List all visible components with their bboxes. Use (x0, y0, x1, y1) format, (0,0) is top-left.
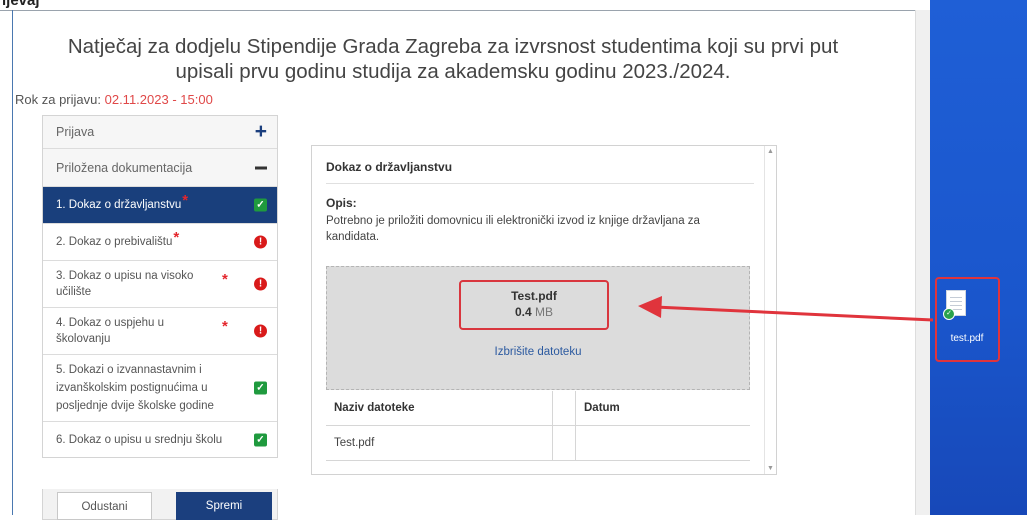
page-title-line-2: upisali prvu godinu studija za akademsku… (175, 60, 731, 83)
menu-item-dokaz-o-upisu-na-visoko-uciliste[interactable]: 3. Dokaz o upisu na visoko učilište * ! (43, 261, 277, 308)
deadline: Rok za prijavu: 02.11.2023 - 15:00 (15, 92, 213, 107)
check-icon: ✓ (254, 381, 267, 395)
menu-item-dokaz-o-prebivalistu[interactable]: 2. Dokaz o prebivalištu * ! (43, 224, 277, 261)
uploaded-file-name: Test.pdf (511, 289, 557, 303)
column-header-datum[interactable]: Datum (575, 391, 750, 426)
check-icon: ✓ (254, 433, 267, 446)
delete-file-link-text[interactable]: Izbrišite datoteku (495, 346, 582, 358)
error-icon: ! (254, 277, 267, 291)
table-row[interactable]: Test.pdf (326, 425, 750, 461)
menu-item-dokaz-o-uspjehu-u-skolovanju[interactable]: 4. Dokaz o uspjehu u školovanju * ! (43, 308, 277, 355)
table-cell-date (575, 425, 750, 461)
panel-title: Dokaz o državljanstvu (326, 160, 453, 174)
menu-item-label: 4. Dokaz o uspjehu u školovanju (56, 317, 165, 345)
menu-item-label: 6. Dokaz o upisu u srednju školu (56, 433, 223, 446)
file-size-unit: MB (535, 305, 554, 319)
file-size-value: 0.4 (514, 305, 532, 319)
page-title: Natječaj za dodjelu Stipendije Grada Zag… (28, 34, 878, 84)
menu-item-label: 2. Dokaz o prebivalištu (56, 236, 173, 248)
required-star-icon: * (173, 229, 180, 246)
deadline-value: 02.11.2023 - 15:00 (104, 92, 213, 107)
error-icon: ! (254, 324, 267, 338)
menu-section-prijava[interactable]: Prijava + (43, 116, 277, 149)
document-menu: Prijava + Priložena dokumentacija 1. Dok… (42, 115, 278, 458)
panel-divider (326, 183, 754, 184)
top-caption: ijevaj (2, 0, 40, 9)
desktop-file-highlight (935, 277, 1000, 362)
panel-scrollbar[interactable]: ▲ ▼ (764, 146, 777, 474)
table-header-row: Naziv datoteke Datum (326, 391, 750, 426)
window-frame-top (0, 10, 930, 11)
column-divider (552, 425, 576, 461)
desktop-file-label[interactable]: test.pdf (938, 333, 996, 344)
window-frame-left (12, 10, 13, 515)
uploaded-file-card: Test.pdf 0.4 MB (459, 280, 609, 330)
menu-item-label: 3. Dokaz o upisu na visoko učilište (56, 270, 194, 298)
pdf-file-icon[interactable]: ✓ (943, 290, 966, 320)
column-divider (552, 391, 576, 426)
check-icon: ✓ (254, 198, 267, 212)
menu-item-dokazi-o-izvannastavnim-postignucima[interactable]: 5. Dokazi o izvannastavnim i izvanškolsk… (43, 355, 277, 422)
description-label: Opis: (326, 196, 357, 210)
menu-section-prilozena-dokumentacija[interactable]: Priložena dokumentacija (43, 149, 277, 187)
menu-item-dokaz-o-upisu-u-srednju-skolu[interactable]: 6. Dokaz o upisu u srednju školu ✓ (43, 422, 277, 457)
required-star-icon: * (222, 318, 228, 335)
page-title-line-1: Natječaj za dodjelu Stipendije Grada Zag… (67, 35, 839, 58)
menu-item-label: 5. Dokazi o izvannastavnim i izvanškolsk… (56, 364, 214, 412)
delete-file-link: Izbrišite datoteku (326, 346, 750, 358)
required-star-icon: * (182, 192, 189, 209)
menu-item-label: Priložena dokumentacija (56, 160, 193, 175)
scroll-down-icon[interactable]: ▼ (767, 465, 774, 472)
error-icon: ! (254, 235, 267, 249)
scroll-up-icon[interactable]: ▲ (767, 148, 774, 155)
deadline-label: Rok za prijavu: (15, 92, 101, 107)
desktop-background (930, 0, 1027, 515)
files-table: Naziv datoteke Datum Test.pdf (326, 391, 750, 461)
description-text: Potrebno je priložiti domovnicu ili elek… (326, 215, 700, 243)
save-button[interactable]: Spremi (176, 492, 272, 520)
page-scrollbar[interactable] (915, 10, 931, 515)
minus-icon (255, 166, 267, 169)
required-star-icon: * (222, 271, 228, 288)
plus-icon: + (254, 120, 267, 143)
menu-actions: Odustani Spremi (42, 489, 278, 520)
menu-item-dokaz-o-drzavljanstvu[interactable]: 1. Dokaz o državljanstvu * ✓ (43, 187, 277, 224)
table-cell-filename: Test.pdf (326, 425, 553, 461)
column-header-naziv-datoteke[interactable]: Naziv datoteke (326, 391, 553, 426)
menu-item-label: 1. Dokaz o državljanstvu (56, 199, 182, 211)
uploaded-file-size: 0.4 MB (461, 305, 607, 319)
cancel-button[interactable]: Odustani (57, 492, 152, 520)
sync-check-icon: ✓ (943, 308, 955, 320)
menu-item-label: Prijava (56, 125, 95, 139)
